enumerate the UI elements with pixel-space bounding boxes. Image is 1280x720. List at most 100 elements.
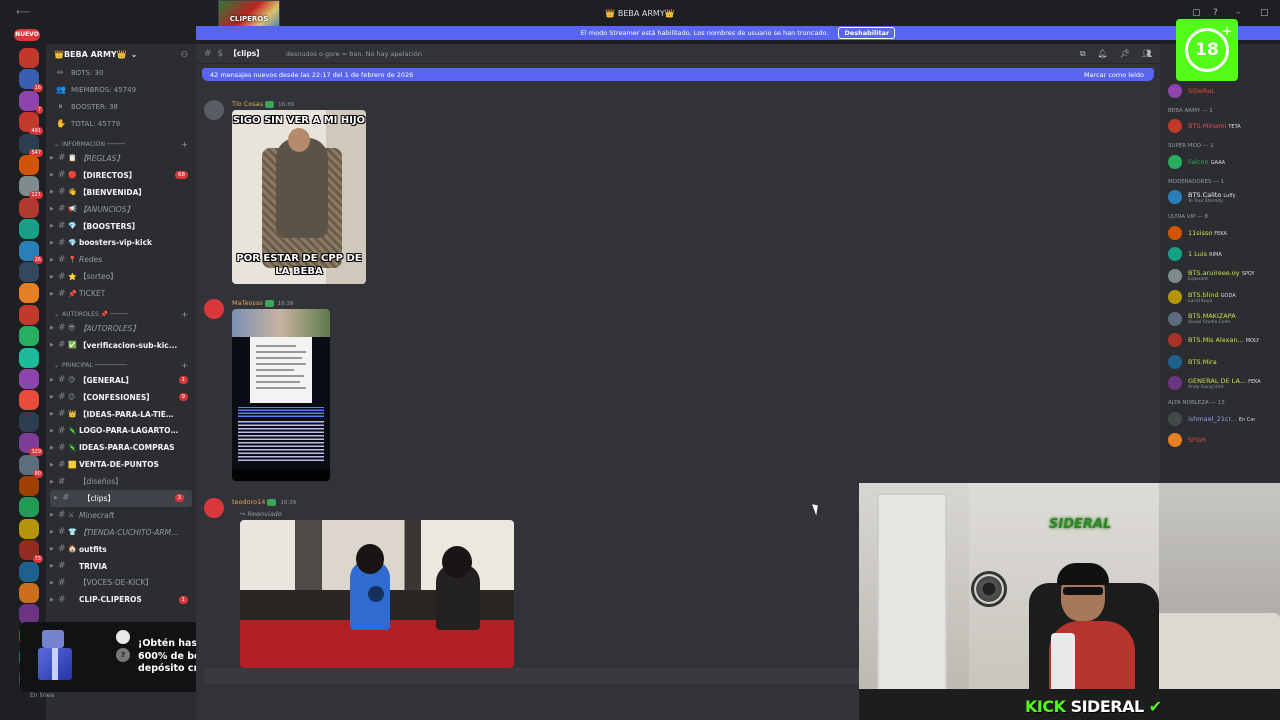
avatar[interactable]	[204, 100, 224, 120]
channel-item[interactable]: ▶ # 🔴 【DIRECTOS】 68	[46, 167, 196, 184]
discord-avatar[interactable]	[204, 299, 224, 319]
member-item[interactable]: BTS.Mis Alexan... MOLY	[1160, 330, 1280, 352]
add-channel-icon[interactable]: +	[181, 140, 188, 149]
channel-item[interactable]: ▶ # 😉 【CONFESIONES】 9	[46, 389, 196, 406]
server-icon[interactable]	[19, 390, 39, 411]
pin-icon[interactable]: 📌︎	[1120, 49, 1130, 59]
video-attachment[interactable]	[232, 309, 330, 481]
channel-category[interactable]: ⌄ INFORMACION ───── +	[46, 138, 196, 150]
server-icon[interactable]	[19, 283, 39, 304]
server-icon[interactable]: 547	[19, 133, 43, 157]
server-icon[interactable]: 221	[19, 176, 43, 200]
server-icon[interactable]	[19, 48, 39, 68]
maximize-icon[interactable]: □	[1260, 8, 1269, 18]
add-channel-icon[interactable]: +	[181, 310, 188, 319]
channel-item[interactable]: ▶ # 📋 【REGLAS】	[46, 150, 196, 167]
members-icon[interactable]: 👥︎	[1142, 49, 1152, 59]
channel-category[interactable]: ⌄ AUTOROLES 📌 ───── +	[46, 308, 196, 320]
play-icon[interactable]	[368, 586, 384, 602]
server-icon[interactable]	[19, 561, 39, 582]
server-icon[interactable]: 73	[19, 540, 43, 564]
server-stat[interactable]: ✏ BOTS: 30	[46, 64, 196, 81]
member-item[interactable]: SFGH	[1160, 430, 1280, 452]
disable-streamer-button[interactable]: Deshabilitar	[838, 27, 896, 39]
inbox-icon[interactable]: ▢	[1192, 8, 1201, 18]
server-icon[interactable]	[19, 347, 39, 368]
add-member-icon[interactable]: ⚇	[181, 50, 188, 59]
channel-item[interactable]: ▶ # CLIP-CLIPEROS 1	[46, 591, 196, 608]
new-messages-bar[interactable]: 42 mensajes nuevos desde las 22:17 del 1…	[202, 68, 1154, 81]
server-icon[interactable]	[19, 476, 39, 496]
channel-item[interactable]: ▶ # 【clips】 3	[50, 490, 192, 507]
member-item[interactable]: BTS.Minami TETA	[1160, 116, 1280, 138]
channel-category[interactable]: ⌄ PRINCIPAL ───────── +	[46, 360, 196, 372]
server-stat[interactable]: 👥 MIEMBROS: 45749	[46, 81, 196, 98]
server-icon[interactable]: 491	[19, 112, 43, 136]
member-item[interactable]: BTS.Mira	[1160, 351, 1280, 373]
channel-item[interactable]: ▶ # 🟨 VENTA-DE-PUNTOS	[46, 456, 196, 473]
server-icon[interactable]	[19, 155, 39, 175]
channel-item[interactable]: ▶ # 【VOCES-DE-KICK】	[46, 574, 196, 591]
member-item[interactable]: BTS.Calito Luffy To Your Eternity	[1160, 187, 1280, 209]
server-icon[interactable]: 80	[19, 454, 43, 478]
channel-item[interactable]: ▶ # 📢 【ANUNCIOS】	[46, 201, 196, 218]
channel-item[interactable]: ▶ # 👑 【IDEAS-PARA-LA-TIEN...	[46, 406, 196, 423]
message-author[interactable]: MaTeosss 16:39	[232, 299, 293, 307]
server-icon[interactable]: 16	[19, 69, 43, 93]
member-item[interactable]: BTS.aruireee.oy SPOY Esperant	[1160, 265, 1280, 287]
server-icon[interactable]	[19, 369, 39, 389]
channel-item[interactable]: ▶ # 📍 Redes	[46, 251, 196, 268]
channel-item[interactable]: ▶ # ⚔ Minecraft	[46, 507, 196, 524]
server-icon[interactable]: 26	[19, 240, 43, 264]
video-controls[interactable]	[232, 469, 330, 481]
server-icon[interactable]	[19, 326, 39, 347]
server-icon[interactable]	[19, 497, 39, 518]
member-item[interactable]: SiDeRaL	[1160, 80, 1280, 102]
server-stat[interactable]: ⏸ BOOSTER: 38	[46, 98, 196, 115]
member-item[interactable]: 11sisso FEKA	[1160, 222, 1280, 244]
channel-item[interactable]: ▶ # 💎 boosters-vip-kick	[46, 234, 196, 251]
channel-emoji: ✅	[68, 341, 77, 350]
server-icon[interactable]	[19, 304, 39, 325]
video-attachment[interactable]	[240, 520, 514, 668]
message-author[interactable]: Tío Cosas 16:39	[232, 100, 294, 108]
server-icon[interactable]	[19, 197, 39, 218]
channel-item[interactable]: ▶ # 💎 【BOOSTERS】	[46, 218, 196, 235]
channel-item[interactable]: ▶ # 【diseños】	[46, 473, 196, 490]
server-icon[interactable]: 329	[19, 433, 43, 457]
server-icon[interactable]	[19, 219, 39, 240]
guild-header[interactable]: 👑BEBA ARMY👑 ⌄ ⚇	[46, 44, 196, 64]
server-icon[interactable]	[19, 262, 39, 282]
add-channel-icon[interactable]: +	[181, 361, 188, 370]
channel-item[interactable]: ▶ # 🏠 outfits	[46, 541, 196, 558]
member-item[interactable]: Falcon GAAA	[1160, 151, 1280, 173]
member-item[interactable]: BTS.blind GODA Lucid Kaya	[1160, 287, 1280, 309]
bell-icon[interactable]: 🔔︎	[1098, 49, 1108, 59]
server-icon[interactable]	[19, 518, 39, 539]
server-icon[interactable]	[19, 411, 39, 432]
help-icon[interactable]: ?	[1213, 8, 1218, 18]
server-icon[interactable]	[19, 583, 39, 603]
channel-item[interactable]: ▶ # 📌 TICKET	[46, 285, 196, 302]
channel-item[interactable]: ▶ # 👕 【TIENDA-CUCHITO-ARM...	[46, 524, 196, 541]
minimize-icon[interactable]: –	[1236, 8, 1241, 18]
channel-item[interactable]: ▶ # ⭐ 【sorteo】	[46, 268, 196, 285]
channel-item[interactable]: ▶ # TRIVIA	[46, 558, 196, 575]
channel-item[interactable]: ▶ # ✅ 【verificacion-sub-kic...	[46, 337, 196, 354]
channel-item[interactable]: ▶ # 😎 【AUTOROLES】	[46, 320, 196, 337]
channel-item[interactable]: ▶ # 👋 【BIENVENIDA】	[46, 184, 196, 201]
member-item[interactable]: 1 Luis RIMA	[1160, 244, 1280, 266]
channel-item[interactable]: ▶ # 😊 【GENERAL】 1	[46, 372, 196, 389]
message-author[interactable]: teodoro14 16:39	[232, 498, 296, 506]
server-stat[interactable]: ✋ TOTAL: 45779	[46, 115, 196, 132]
server-icon[interactable]: 7	[19, 90, 43, 114]
channel-item[interactable]: ▶ # 🦎 LOGO-PARA-LAGARTO-S...	[46, 422, 196, 439]
member-item[interactable]: BTS.MAKIZAPA Visual Studio Code	[1160, 308, 1280, 330]
discord-avatar[interactable]	[204, 498, 224, 518]
threads-icon[interactable]: ⧉	[1080, 49, 1086, 59]
image-attachment[interactable]: SIGO SIN VER A MI HIJO POR ESTAR DE CPP …	[232, 110, 366, 284]
member-item[interactable]: ishmael_21cr... En Car	[1160, 408, 1280, 430]
member-item[interactable]: GENERAL DE LA... FEKA Andy Gang Unit	[1160, 373, 1280, 395]
mark-read-button[interactable]: Marcar como leído	[1084, 71, 1144, 79]
channel-item[interactable]: ▶ # 🦎 IDEAS-PARA-COMPRAS	[46, 439, 196, 456]
